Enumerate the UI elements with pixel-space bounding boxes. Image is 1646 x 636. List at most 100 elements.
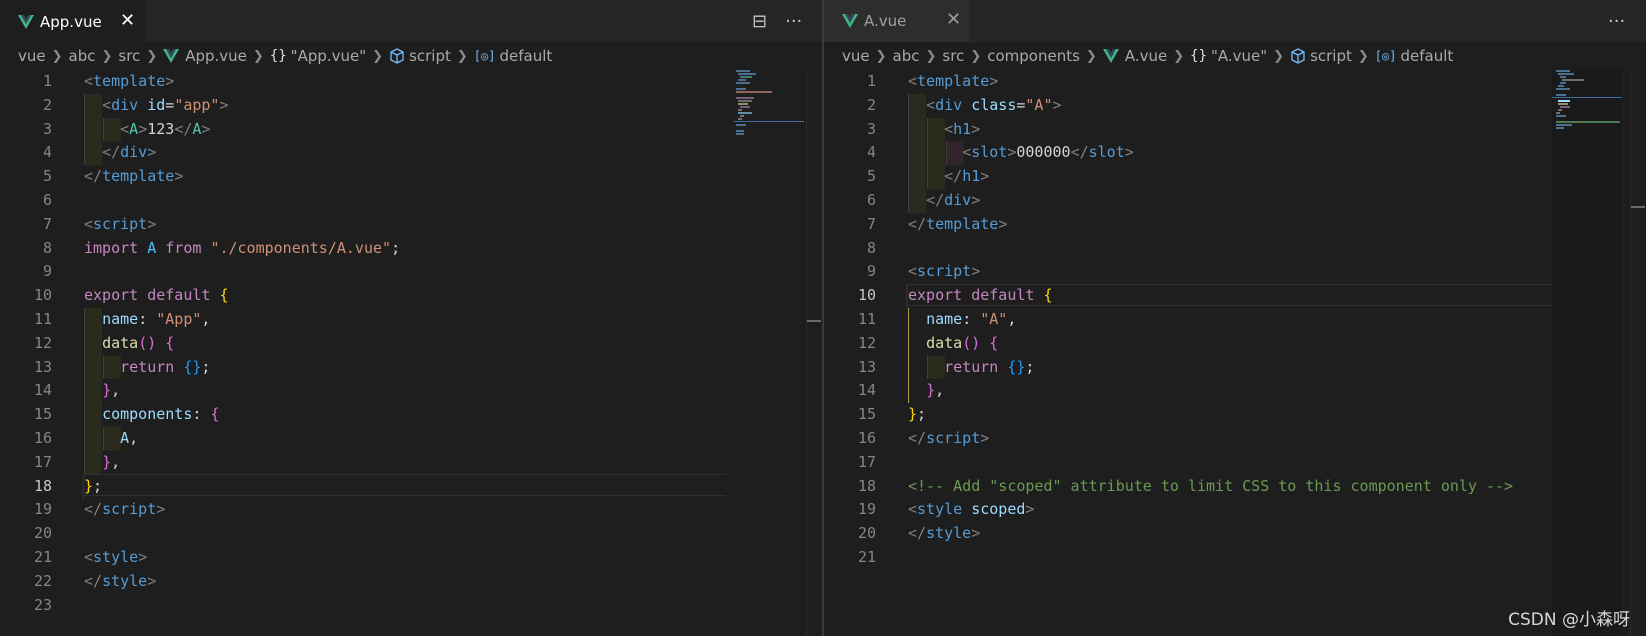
- minimap-line: [736, 88, 746, 90]
- breadcrumb-item[interactable]: abc: [893, 47, 920, 65]
- line-number: 21: [33, 547, 52, 566]
- tab-app-vue[interactable]: App.vue ✕: [0, 0, 146, 42]
- minimap-line: [1558, 73, 1574, 75]
- breadcrumb-item[interactable]: src: [942, 47, 964, 65]
- breadcrumb-item[interactable]: App.vue: [185, 47, 247, 65]
- code-line: return {};: [944, 357, 1035, 376]
- left-code-editor[interactable]: 1 2 3 4 5 6 7 8 9 10 11 12 13 14 15 16 1…: [0, 70, 800, 636]
- code-line: name: "A",: [926, 309, 1017, 328]
- close-tab-icon[interactable]: ✕: [946, 9, 961, 30]
- left-editor-pane: App.vue ✕ ⊟ ··· vue ❯ abc ❯ src ❯ App.vue ❯ …: [0, 0, 822, 636]
- current-line-number: 18: [33, 476, 52, 495]
- minimap-line: [738, 103, 748, 105]
- tab-label: A.vue: [864, 12, 907, 30]
- chevron-right-icon: ❯: [925, 48, 937, 64]
- breadcrumb-item[interactable]: "App.vue": [291, 47, 366, 65]
- more-actions-icon[interactable]: ···: [1608, 11, 1625, 32]
- chevron-right-icon: ❯: [1173, 48, 1185, 64]
- line-number: 1: [866, 72, 876, 90]
- breadcrumb-item[interactable]: script: [409, 47, 451, 65]
- code-line: <template>: [908, 72, 999, 90]
- line-number: 4: [866, 143, 876, 162]
- code-line: data() {: [102, 333, 175, 352]
- minimap-line: [738, 79, 746, 81]
- breadcrumb-item[interactable]: components: [987, 47, 1080, 65]
- line-number: 2: [42, 95, 52, 114]
- chevron-right-icon: ❯: [372, 48, 384, 64]
- minimap-line: [736, 130, 744, 132]
- chevron-right-icon: ❯: [252, 48, 264, 64]
- breadcrumb-item[interactable]: vue: [18, 47, 46, 65]
- breadcrumb: vue ❯ abc ❯ src ❯ App.vue ❯ {} "App.vue" ❯ sc…: [0, 42, 822, 70]
- line-number: 1: [42, 72, 52, 90]
- minimap-line: [1556, 127, 1564, 129]
- minimap-line: [1556, 115, 1566, 117]
- minimap-line: [740, 106, 750, 108]
- code-line: <script>: [908, 262, 981, 281]
- code-line: <div id="app">: [102, 95, 229, 114]
- minimap-line: [1556, 88, 1570, 90]
- right-code-editor[interactable]: 1 2 3 4 5 6 7 8 9 10 11 12 13 14 15 16 1…: [824, 70, 1624, 636]
- chevron-right-icon: ❯: [1085, 48, 1097, 64]
- breadcrumb-item[interactable]: abc: [69, 47, 96, 65]
- code-lines: <template> <div id="app"> <A>123</A> </d…: [82, 70, 724, 617]
- line-number: 8: [42, 238, 52, 257]
- code-line: </div>: [102, 143, 157, 162]
- minimap-line: [1558, 109, 1562, 111]
- code-line: <h1>: [944, 119, 981, 138]
- chevron-right-icon: ❯: [970, 48, 982, 64]
- line-number: 13: [33, 357, 52, 376]
- vertical-scrollbar[interactable]: [1630, 70, 1645, 636]
- minimap-line: [736, 70, 750, 72]
- line-number: 3: [866, 119, 876, 138]
- code-lines: <template> <div class="A"> <h1> <slot>00…: [906, 70, 1568, 570]
- minimap-line: [1560, 106, 1570, 108]
- symbol-variable-icon: [◎]: [473, 49, 496, 63]
- breadcrumb-item[interactable]: A.vue: [1125, 47, 1167, 65]
- code-line: return {};: [120, 357, 211, 376]
- close-tab-icon[interactable]: ✕: [120, 10, 135, 31]
- minimap-line: [1558, 100, 1570, 102]
- breadcrumb-item[interactable]: vue: [842, 47, 870, 65]
- minimap-line: [738, 118, 742, 120]
- braces-icon: {}: [269, 48, 287, 64]
- split-editor-icon[interactable]: ⊟: [752, 11, 767, 32]
- line-number: 14: [857, 381, 876, 400]
- chevron-right-icon: ❯: [1357, 48, 1369, 64]
- line-number: 19: [857, 500, 876, 519]
- minimap-line: [1556, 70, 1570, 72]
- line-number: 16: [857, 428, 876, 447]
- breadcrumb-item[interactable]: src: [118, 47, 140, 65]
- code-line: </style>: [908, 524, 981, 543]
- line-number: 4: [42, 143, 52, 162]
- tab-a-vue[interactable]: A.vue ✕: [824, 0, 970, 42]
- chevron-right-icon: ❯: [51, 48, 63, 64]
- vertical-scrollbar[interactable]: [806, 70, 821, 636]
- line-number: 11: [857, 309, 876, 328]
- code-line: },: [102, 381, 121, 400]
- minimap-line: [1556, 94, 1566, 96]
- minimap-line: [1560, 76, 1566, 78]
- breadcrumb-item[interactable]: default: [499, 47, 552, 65]
- minimap-line: [738, 100, 752, 102]
- minimap-line: [736, 124, 746, 126]
- tab-label: App.vue: [40, 12, 102, 31]
- code-line: </h1>: [944, 167, 990, 186]
- breadcrumb-item[interactable]: "A.vue": [1211, 47, 1267, 65]
- more-actions-icon[interactable]: ···: [785, 11, 802, 32]
- line-number-gutter: 1 2 3 4 5 6 7 8 9 10 11 12 13 14 15 16 1…: [0, 70, 60, 617]
- minimap-line: [1556, 121, 1620, 123]
- breadcrumb-item[interactable]: default: [1400, 47, 1453, 65]
- minimap-line: [1558, 103, 1568, 105]
- code-line: <style>: [84, 547, 148, 566]
- breadcrumb-item[interactable]: script: [1310, 47, 1352, 65]
- minimap[interactable]: [734, 70, 804, 636]
- line-number: 3: [42, 119, 52, 138]
- minimap-line: [1562, 79, 1584, 81]
- minimap[interactable]: [1552, 70, 1622, 636]
- line-number: 15: [33, 405, 52, 424]
- line-number: 13: [857, 357, 876, 376]
- vue-file-icon: [1102, 49, 1119, 63]
- code-line: A,: [120, 428, 139, 447]
